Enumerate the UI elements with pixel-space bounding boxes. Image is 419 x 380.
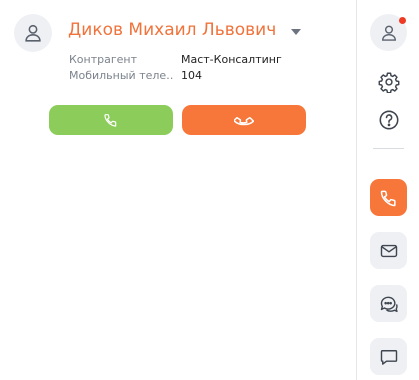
right-sidebar (356, 0, 419, 380)
mail-button[interactable] (370, 232, 407, 269)
user-icon (381, 25, 396, 41)
call-button[interactable] (49, 105, 173, 135)
chat-icon (380, 296, 398, 312)
profile-button[interactable] (370, 14, 407, 51)
chat-button[interactable] (370, 285, 407, 322)
phone-icon (380, 190, 396, 206)
gear-icon (378, 72, 399, 93)
field-value: Маст-Консалтинг (181, 53, 282, 66)
phone-icon (104, 114, 117, 127)
contact-avatar[interactable] (14, 14, 52, 52)
contact-panel: Диков Михаил Львович Контрагент Маст-Кон… (0, 0, 356, 380)
messages-button[interactable] (370, 338, 407, 375)
help-icon (379, 110, 398, 129)
field-value: 104 (181, 69, 202, 82)
contact-name[interactable]: Диков Михаил Львович (68, 20, 276, 40)
sidebar-divider (373, 148, 404, 149)
phone-hangup-icon (234, 117, 254, 126)
phone-button[interactable] (370, 179, 407, 216)
field-label: Контрагент (69, 53, 138, 66)
settings-button[interactable] (370, 63, 407, 100)
user-icon (25, 24, 41, 42)
hangup-button[interactable] (182, 105, 306, 135)
message-icon (380, 349, 397, 365)
mail-icon (380, 244, 397, 257)
help-button[interactable] (370, 101, 407, 138)
notification-dot (399, 17, 406, 24)
field-label: Мобильный теле… (69, 69, 173, 82)
chevron-down-icon[interactable] (291, 29, 301, 35)
